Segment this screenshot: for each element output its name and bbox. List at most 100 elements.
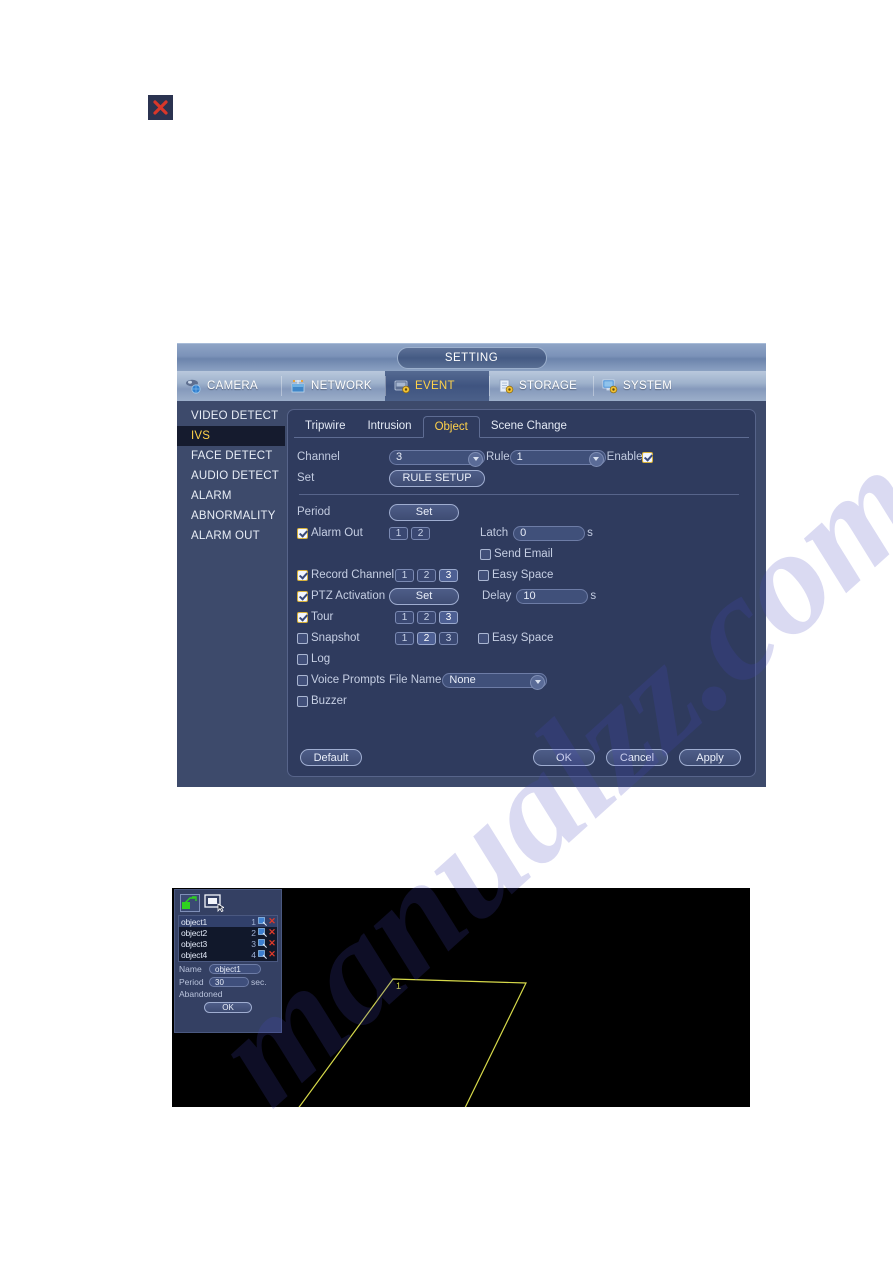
record-easy-space-group[interactable]: Easy Space <box>478 569 553 581</box>
cancel-button[interactable]: Cancel <box>606 749 668 766</box>
sidebar-item-face-detect[interactable]: FACE DETECT <box>177 446 285 466</box>
voice-prompts-checkbox-group[interactable]: Voice Prompts <box>297 674 389 686</box>
rule-select[interactable]: 1 <box>509 449 606 467</box>
voice-prompts-checkbox[interactable] <box>297 674 308 686</box>
buzzer-label: Buzzer <box>311 695 347 707</box>
log-checkbox-group[interactable]: Log <box>297 653 330 665</box>
delete-rule-icon-2[interactable]: ✕ <box>268 928 276 937</box>
menu-item-event[interactable]: EVENT <box>385 371 489 401</box>
period-set-button[interactable]: Set <box>389 503 459 521</box>
ptz-checkbox[interactable] <box>297 590 308 602</box>
log-checkbox[interactable] <box>297 653 308 665</box>
draw-polygon-icon[interactable] <box>180 893 200 912</box>
channel-label: Channel <box>297 451 340 463</box>
menu-item-system[interactable]: SYSTEM <box>593 371 697 401</box>
tour-checkbox-group[interactable]: Tour <box>297 611 395 623</box>
edit-region-icon[interactable] <box>258 939 267 948</box>
default-button[interactable]: Default <box>300 749 362 766</box>
sidebar-item-ivs[interactable]: IVS <box>177 426 285 446</box>
system-icon <box>601 378 619 394</box>
alarm-out-checkbox-group[interactable]: Alarm Out <box>297 527 389 539</box>
sidebar-item-audio-detect[interactable]: AUDIO DETECT <box>177 466 285 486</box>
ptz-set-button[interactable]: Set <box>389 587 459 605</box>
record-channel-1[interactable]: 1 <box>395 568 414 582</box>
ptz-checkbox-group[interactable]: PTZ Activation <box>297 590 389 602</box>
tab-scene-change[interactable]: Scene Change <box>480 416 578 437</box>
edit-region-icon[interactable] <box>258 917 267 926</box>
menu-item-storage-label: STORAGE <box>519 380 578 392</box>
form-area: Channel 3 Rule 1 Enable Set RULE SETUP P… <box>288 438 755 711</box>
rule-list-row-4[interactable]: object4 4 ✕ <box>179 949 277 960</box>
tab-object[interactable]: Object <box>422 416 480 438</box>
menu-item-camera[interactable]: CAMERA <box>177 371 281 401</box>
rule-list-row-2[interactable]: object2 2 ✕ <box>179 927 277 938</box>
snapshot-easy-space-group[interactable]: Easy Space <box>478 632 553 644</box>
buzzer-checkbox[interactable] <box>297 695 308 707</box>
menu-item-camera-label: CAMERA <box>207 380 259 392</box>
enable-checkbox[interactable] <box>642 451 654 463</box>
tour-checkbox[interactable] <box>297 611 308 623</box>
record-channel-2[interactable]: 2 <box>417 568 436 582</box>
tour-channel-1[interactable]: 1 <box>395 610 414 624</box>
sidebar-item-video-detect[interactable]: VIDEO DETECT <box>177 406 285 426</box>
sidebar-item-abnormality[interactable]: ABNORMALITY <box>177 506 285 526</box>
apply-button[interactable]: Apply <box>679 749 741 766</box>
draw-rectangle-icon[interactable] <box>204 893 226 912</box>
record-channel-row: Record Channel 1 2 3 Easy Space <box>297 565 743 585</box>
file-name-select[interactable]: None <box>442 672 548 690</box>
channel-select[interactable]: 3 <box>389 449 485 467</box>
snapshot-label: Snapshot <box>311 632 360 644</box>
record-channel-checkbox[interactable] <box>297 569 308 581</box>
record-channel-3[interactable]: 3 <box>439 568 458 582</box>
rule-list-row-1[interactable]: object1 1 ✕ <box>179 916 277 927</box>
window-title-bar: SETTING <box>177 343 766 371</box>
snapshot-easy-space-checkbox[interactable] <box>478 632 489 644</box>
record-channel-label: Record Channel <box>311 569 395 581</box>
delete-rule-icon-1[interactable]: ✕ <box>268 917 276 926</box>
snapshot-channel-2[interactable]: 2 <box>417 631 436 645</box>
snapshot-channel-3[interactable]: 3 <box>439 631 458 645</box>
record-easy-space-checkbox[interactable] <box>478 569 489 581</box>
sidebar: VIDEO DETECT IVS FACE DETECT AUDIO DETEC… <box>177 401 285 787</box>
ok-button[interactable]: OK <box>533 749 595 766</box>
snapshot-channel-1[interactable]: 1 <box>395 631 414 645</box>
rule-period-input[interactable]: 30 <box>209 977 249 987</box>
abandoned-label: Abandoned <box>179 989 223 999</box>
delete-rule-icon-4[interactable]: ✕ <box>268 950 276 959</box>
rule-drawing-panel: object1 1 ✕ object2 2 ✕ object3 3 ✕ obje… <box>174 889 282 1033</box>
alarm-out-channel-1[interactable]: 1 <box>389 526 408 540</box>
send-email-checkbox-group[interactable]: Send Email <box>480 548 553 560</box>
alarm-out-label: Alarm Out <box>311 527 363 539</box>
rule-list-row-3[interactable]: object3 3 ✕ <box>179 938 277 949</box>
delay-input[interactable]: 10 <box>516 588 589 604</box>
alarm-out-channel-2[interactable]: 2 <box>411 526 430 540</box>
edit-region-icon[interactable] <box>258 928 267 937</box>
snapshot-checkbox[interactable] <box>297 632 308 644</box>
tab-tripwire[interactable]: Tripwire <box>294 416 356 437</box>
send-email-checkbox[interactable] <box>480 548 491 560</box>
sidebar-item-alarm[interactable]: ALARM <box>177 486 285 506</box>
sidebar-item-alarm-out[interactable]: ALARM OUT <box>177 526 285 546</box>
rule-name-2: object2 <box>181 927 208 938</box>
tour-channel-3[interactable]: 3 <box>439 610 458 624</box>
menu-item-network[interactable]: NETWORK <box>281 371 385 401</box>
rule-index-4: 4 <box>251 949 256 960</box>
ptz-activation-row: PTZ Activation Set Delay 10 s <box>297 586 743 606</box>
latch-input[interactable]: 0 <box>513 525 586 541</box>
menu-item-storage[interactable]: STORAGE <box>489 371 593 401</box>
rule-setup-button[interactable]: RULE SETUP <box>389 469 485 487</box>
record-channel-checkbox-group[interactable]: Record Channel <box>297 569 395 581</box>
network-icon <box>289 378 307 394</box>
rule-ok-button[interactable]: OK <box>204 1002 252 1013</box>
chevron-down-icon <box>588 451 604 467</box>
menu-item-event-label: EVENT <box>415 380 455 392</box>
buzzer-checkbox-group[interactable]: Buzzer <box>297 695 347 707</box>
snapshot-checkbox-group[interactable]: Snapshot <box>297 632 395 644</box>
tour-channel-2[interactable]: 2 <box>417 610 436 624</box>
alarm-out-checkbox[interactable] <box>297 527 308 539</box>
tab-intrusion[interactable]: Intrusion <box>356 416 422 437</box>
delete-rule-icon-3[interactable]: ✕ <box>268 939 276 948</box>
edit-region-icon[interactable] <box>258 950 267 959</box>
rule-name-input[interactable]: object1 <box>209 964 261 974</box>
channel-value: 3 <box>396 450 403 463</box>
